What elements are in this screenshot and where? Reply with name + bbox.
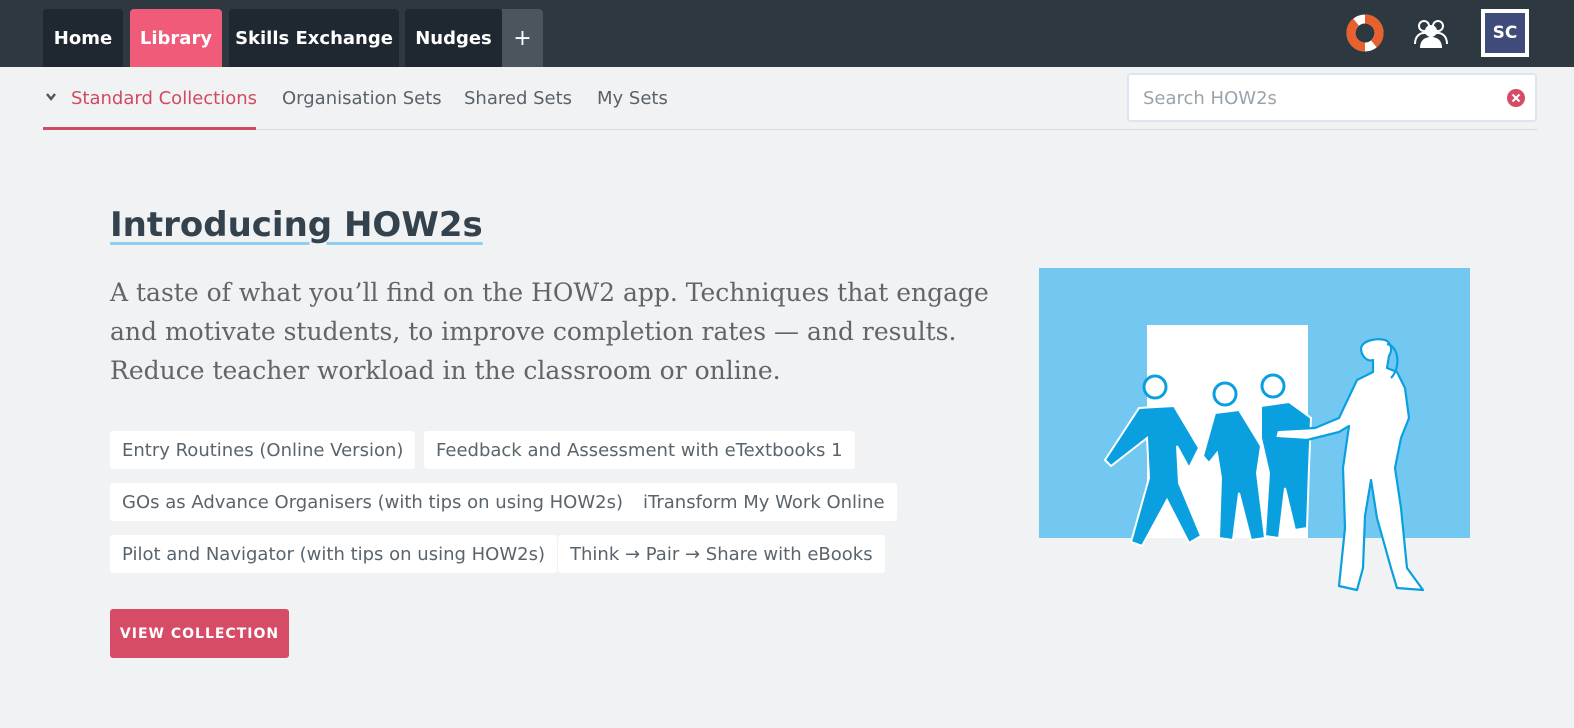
collection-item-chip[interactable]: Think → Pair → Share with eBooks xyxy=(558,535,885,573)
tab-home[interactable]: Home xyxy=(43,9,123,67)
avatar-initials: SC xyxy=(1485,13,1525,53)
collection-title[interactable]: Introducing HOW2s xyxy=(110,205,483,245)
user-avatar[interactable]: SC xyxy=(1481,9,1529,57)
collection-item-chip[interactable]: Entry Routines (Online Version) xyxy=(110,431,416,469)
top-navigation-bar: Home Library Skills Exchange Nudges + SC xyxy=(0,0,1574,67)
active-tab-indicator xyxy=(43,127,256,130)
collection-item-chip[interactable]: Pilot and Navigator (with tips on using … xyxy=(110,535,557,573)
tab-library[interactable]: Library xyxy=(130,9,222,67)
add-tab-button[interactable]: + xyxy=(502,9,543,67)
tab-skills-exchange[interactable]: Skills Exchange xyxy=(229,9,399,67)
collection-description: A taste of what you’ll find on the HOW2 … xyxy=(110,278,989,385)
lifebuoy-icon[interactable] xyxy=(1346,14,1384,52)
collection-illustration xyxy=(1039,268,1470,592)
clear-icon[interactable] xyxy=(1506,88,1526,108)
chevron-down-icon[interactable] xyxy=(45,92,57,102)
view-collection-button[interactable]: VIEW COLLECTION xyxy=(110,609,289,658)
subnav-my-sets[interactable]: My Sets xyxy=(597,86,668,112)
search-box xyxy=(1127,73,1537,122)
subnav-divider xyxy=(43,129,1537,130)
search-input[interactable] xyxy=(1143,85,1493,111)
tab-nudges[interactable]: Nudges xyxy=(405,9,502,67)
subnav-standard-collections[interactable]: Standard Collections xyxy=(71,86,257,112)
collection-item-chip[interactable]: Feedback and Assessment with eTextbooks … xyxy=(424,431,855,469)
collection-item-chip[interactable]: GOs as Advance Organisers (with tips on … xyxy=(110,483,635,521)
subnav-organisation-sets[interactable]: Organisation Sets xyxy=(282,86,442,112)
users-icon[interactable] xyxy=(1412,14,1450,52)
collection-item-chip[interactable]: iTransform My Work Online xyxy=(631,483,897,521)
subnav-shared-sets[interactable]: Shared Sets xyxy=(464,86,572,112)
